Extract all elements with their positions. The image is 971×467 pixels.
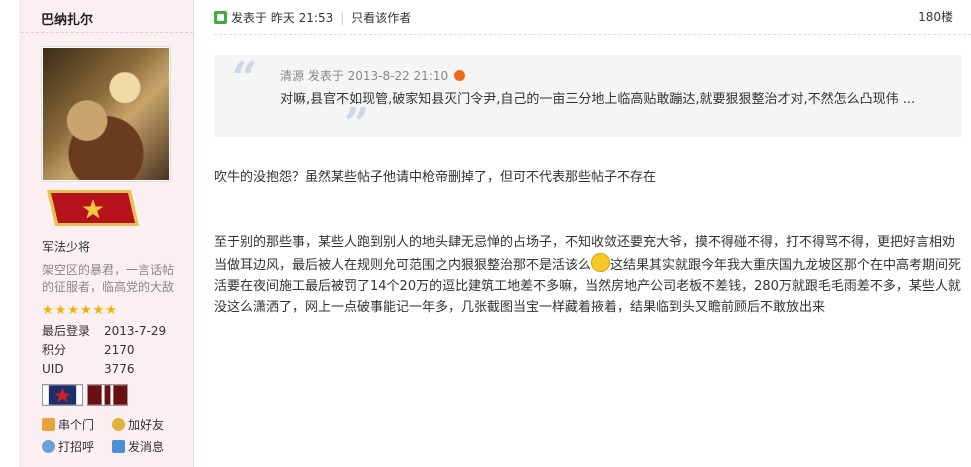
post-paragraph: 至于别的那些事，某些人跑到别人的地头肆无忌惮的占场子，不知收敛还要充大爷，摸不得… (214, 232, 964, 318)
home-icon (42, 418, 55, 431)
info-row-uid: UID 3776 (42, 360, 166, 379)
post-paragraph: 吹牛的没抱怨？虽然某些帖子他请中枪帝删掉了，但可不代表那些帖子不存在 (214, 170, 657, 185)
info-value: 3776 (104, 362, 135, 376)
greet-button[interactable]: 打招呼 (42, 438, 112, 455)
add-friend-icon (112, 418, 125, 431)
medal-ribbon-icon[interactable] (87, 384, 128, 406)
send-message-label: 发消息 (128, 440, 165, 454)
visit-button[interactable]: 串个门 (42, 416, 112, 433)
greet-icon (42, 440, 55, 453)
rank-name: 军法少将 (42, 240, 91, 254)
send-message-button[interactable]: 发消息 (112, 438, 192, 455)
divider (21, 32, 193, 33)
info-row-last-login: 最后登录 2013-7-29 (42, 322, 166, 341)
signature: 架空区的暴君，一言话帖的征服者，临高党的大敌 (42, 263, 175, 294)
jump-to-quote-icon[interactable] (453, 70, 465, 81)
quote-block: “ 清源 发表于 2013-8-22 21:10 对嘛,县官不如现管,破家知县灭… (214, 53, 962, 147)
medal-star-icon[interactable] (42, 384, 83, 406)
online-status-icon (214, 11, 227, 24)
close-quote-icon: ” (344, 99, 370, 150)
quote-text: 对嘛,县官不如现管,破家知县灭门令尹,自己的一亩三分地上临高贴敢蹦达,就要狠狠整… (280, 92, 916, 107)
info-label: UID (42, 362, 64, 376)
avatar-image (43, 48, 169, 180)
add-friend-button[interactable]: 加好友 (112, 416, 192, 433)
author-sidebar: 巴纳扎尔 军法少将 架空区的暴君，一言话帖的征服者，临高党的大敌 ★★★★★★ … (20, 0, 194, 467)
post-meta: 发表于 昨天 21:53 | 只看该作者 (214, 9, 411, 26)
author-actions: 串个门 加好友 打招呼 发消息 (42, 416, 192, 455)
star-rating: ★★★★★★ (42, 303, 118, 318)
greet-label: 打招呼 (58, 440, 95, 454)
visit-label: 串个门 (58, 418, 95, 432)
rank-badge-icon (47, 190, 139, 226)
quote-meta: 清源 发表于 2013-8-22 21:10 (280, 67, 465, 84)
info-value: 2013-7-29 (104, 324, 167, 338)
view-author-only-link[interactable]: 只看该作者 (351, 9, 411, 26)
separator: | (340, 10, 345, 25)
info-row-points: 积分 2170 (42, 341, 166, 360)
info-label: 积分 (42, 343, 67, 357)
author-info: 最后登录 2013-7-29 积分 2170 UID 3776 (42, 322, 166, 379)
medals (42, 384, 128, 406)
divider (214, 34, 971, 35)
quote-author-time: 清源 发表于 2013-8-22 21:10 (280, 69, 449, 83)
avatar[interactable] (41, 46, 171, 182)
author-name[interactable]: 巴纳扎尔 (41, 9, 93, 28)
message-icon (112, 440, 125, 453)
floor-number[interactable]: 180楼 (918, 8, 953, 25)
open-quote-icon: “ (232, 53, 258, 104)
add-friend-label: 加好友 (128, 418, 165, 432)
smiley-icon (591, 253, 611, 272)
info-label: 最后登录 (42, 324, 91, 338)
info-value: 2170 (104, 343, 135, 357)
posted-time: 发表于 昨天 21:53 (231, 11, 334, 25)
